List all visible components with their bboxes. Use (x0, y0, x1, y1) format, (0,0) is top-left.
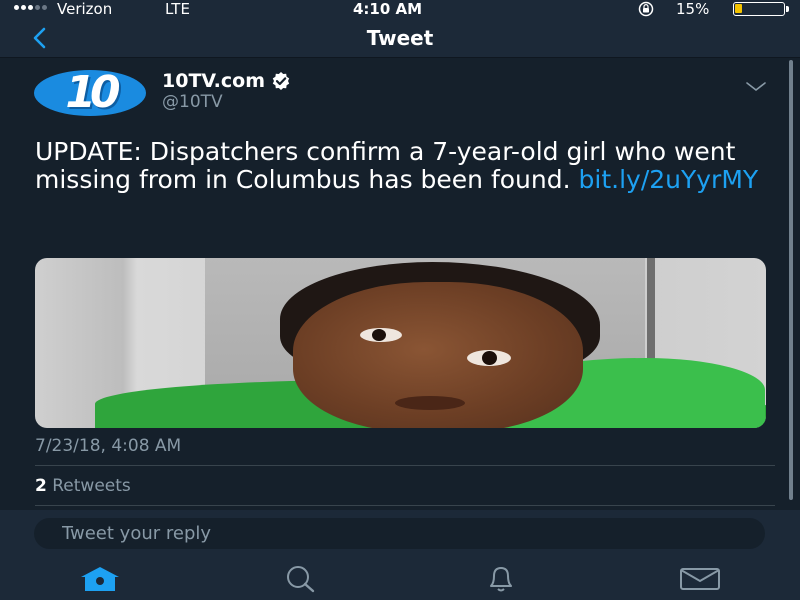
tweet-detail: 10 10TV.com @10TV UPDATE: Dispatchers co… (0, 58, 800, 510)
battery-percent: 15% (676, 0, 710, 18)
photo-eye-right (467, 350, 511, 366)
tab-notifications[interactable] (478, 564, 524, 594)
reply-input[interactable] (34, 518, 765, 549)
battery-level-fill (735, 4, 742, 13)
tweet-photo[interactable] (35, 258, 766, 428)
chevron-down-icon[interactable] (745, 80, 767, 94)
display-name-text: 10TV.com (162, 70, 265, 92)
tab-messages[interactable] (677, 564, 723, 594)
tweet-link[interactable]: bit.ly/2uYyrMY (579, 165, 759, 194)
rotation-lock-icon (638, 1, 654, 17)
verified-badge-icon (272, 72, 290, 90)
tweet-body: UPDATE: Dispatchers confirm a 7-year-old… (35, 138, 765, 194)
avatar[interactable]: 10 (34, 70, 146, 116)
search-icon (287, 566, 315, 593)
status-time: 4:10 AM (353, 0, 423, 18)
author-display-name[interactable]: 10TV.com (162, 70, 291, 92)
tab-bar (0, 556, 800, 600)
messages-envelope-icon (680, 568, 720, 590)
notifications-bell-icon (490, 567, 512, 592)
divider (35, 505, 775, 506)
reply-bar (0, 510, 800, 556)
photo-eye-left (360, 328, 402, 342)
status-bar: Verizon LTE 4:10 AM 15% (0, 0, 800, 20)
retweet-label: Retweets (46, 476, 131, 496)
tab-home[interactable] (77, 564, 123, 594)
signal-strength-icon (14, 5, 47, 10)
page-title: Tweet (366, 26, 434, 50)
network-type: LTE (165, 0, 190, 18)
author-handle[interactable]: @10TV (162, 92, 223, 112)
battery-icon (733, 2, 789, 16)
photo-mouth (395, 396, 465, 410)
tab-search[interactable] (277, 564, 323, 594)
carrier-name: Verizon (57, 0, 113, 18)
retweet-count[interactable]: 2 Retweets (35, 476, 131, 496)
divider (35, 465, 775, 466)
retweet-count-number: 2 (35, 476, 47, 496)
tweet-timestamp: 7/23/18, 4:08 AM (35, 436, 182, 456)
navigation-bar: Tweet (0, 20, 800, 58)
avatar-logo-text: 10 (65, 67, 120, 118)
scrollbar[interactable] (789, 60, 793, 500)
home-icon (81, 567, 119, 591)
